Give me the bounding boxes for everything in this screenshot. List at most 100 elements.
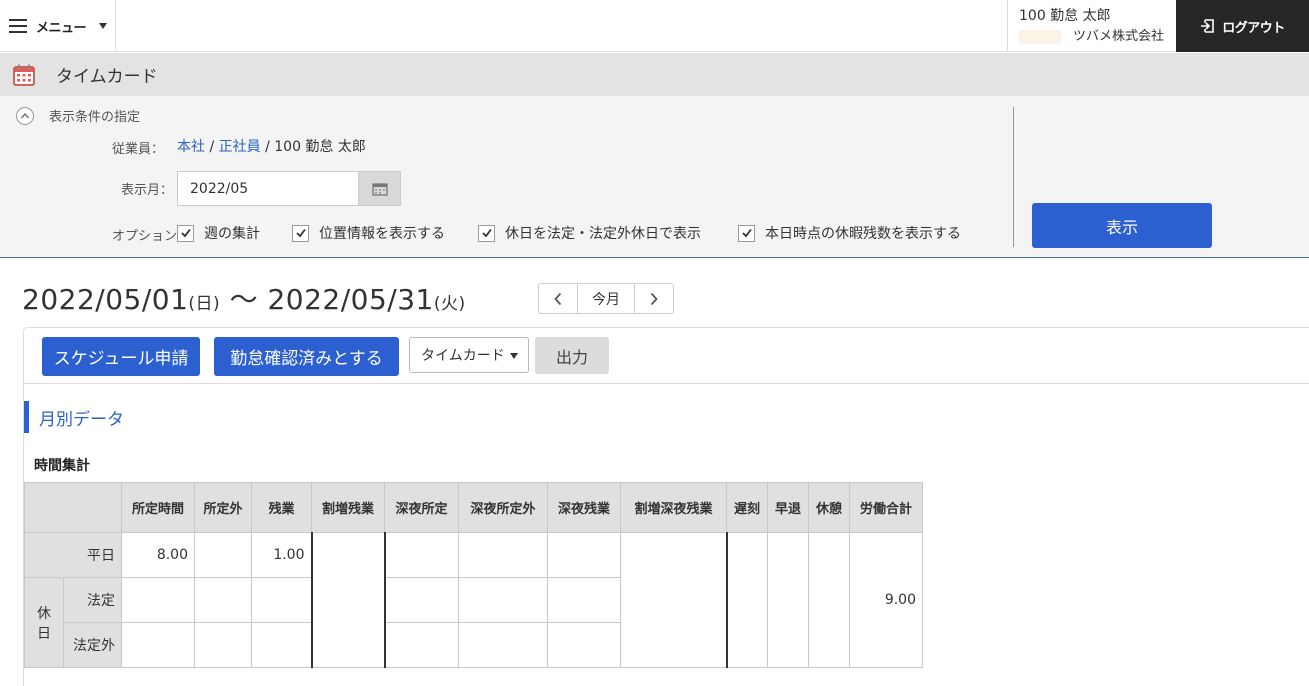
- cell: [194, 577, 252, 623]
- option-leave-balance[interactable]: 本日時点の休暇残数を表示する: [738, 223, 961, 243]
- page-title: タイムカード: [56, 67, 158, 87]
- checkbox[interactable]: [478, 224, 495, 242]
- prev-month-button[interactable]: [539, 284, 577, 313]
- range-start: 2022/05/01: [22, 283, 189, 316]
- calendar-icon: [371, 182, 388, 196]
- output-button[interactable]: 出力: [535, 337, 609, 374]
- toolbar: スケジュール申請 勤怠確認済みとする タイムカード 出力: [24, 328, 1309, 384]
- cell: [808, 532, 850, 668]
- month-input[interactable]: [177, 171, 359, 206]
- caret-down-icon: [510, 353, 518, 359]
- cell: [458, 622, 548, 668]
- cell-scheduled: 8.00: [121, 532, 195, 578]
- cell: [547, 577, 621, 623]
- cell: [310, 532, 385, 668]
- cell: [767, 532, 809, 668]
- output-type-select[interactable]: タイムカード: [409, 337, 529, 373]
- checkbox[interactable]: [177, 224, 194, 242]
- checkbox[interactable]: [292, 224, 309, 242]
- logout-label: ログアウト: [1222, 20, 1285, 36]
- option-label: 週の集計: [204, 226, 260, 242]
- range-end-dow: (火): [433, 294, 466, 314]
- check-icon: [741, 228, 752, 238]
- chevron-up-icon: [16, 106, 34, 125]
- cell: [194, 622, 252, 668]
- table-corner: [24, 482, 122, 533]
- col-header: 残業: [251, 482, 312, 533]
- sub-title: 時間集計: [34, 458, 90, 474]
- employee-office-link[interactable]: 本社: [177, 139, 205, 155]
- option-label: 位置情報を表示する: [319, 226, 445, 242]
- show-button[interactable]: 表示: [1032, 203, 1212, 248]
- time-summary-table: 所定時間 所定外 残業 割増残業 深夜所定 深夜所定外 深夜残業 割増深夜残業 …: [24, 482, 923, 668]
- date-picker-button[interactable]: [358, 171, 401, 206]
- caret-down-icon: [99, 23, 108, 29]
- date-range: 2022/05/01(日) 〜 2022/05/31(火): [22, 278, 466, 318]
- confirm-attendance-button[interactable]: 勤怠確認済みとする: [214, 337, 399, 376]
- table-header-row: 所定時間 所定外 残業 割増残業 深夜所定 深夜所定外 深夜残業 割増深夜残業 …: [24, 482, 923, 533]
- filter-title: 表示条件の指定: [49, 110, 141, 125]
- select-value: タイムカード: [421, 348, 505, 364]
- col-header: 遅刻: [726, 482, 768, 533]
- title-bar: タイムカード: [0, 53, 1309, 96]
- cell: [251, 622, 312, 668]
- cell: [458, 577, 548, 623]
- check-icon: [295, 228, 306, 238]
- separator: /: [209, 139, 215, 155]
- cell: [383, 622, 459, 668]
- cell: [547, 532, 621, 578]
- employee-breadcrumb: 本社 / 正社員 / 100 勤怠 太郎: [177, 136, 366, 156]
- top-header: メニュー 100 勤怠 太郎 ツバメ株式会社 ログアウト: [0, 0, 1309, 52]
- hamburger-icon: [9, 19, 27, 33]
- col-header: 休憩: [808, 482, 850, 533]
- employee-name: 100 勤怠 太郎: [274, 139, 366, 155]
- col-header: 労働合計: [849, 482, 923, 533]
- range-tilde: 〜: [229, 283, 259, 316]
- menu-label: メニュー: [36, 20, 87, 36]
- section-title: 月別データ: [24, 401, 124, 433]
- separator: /: [265, 139, 270, 155]
- month-pager: 今月: [538, 283, 674, 314]
- cell: [121, 622, 195, 668]
- filter-panel: 表示条件の指定 従業員： 本社 / 正社員 / 100 勤怠 太郎 表示月： オ…: [0, 96, 1309, 258]
- col-header: 所定外: [194, 482, 252, 533]
- cell: [725, 532, 768, 668]
- next-month-button[interactable]: [635, 284, 673, 313]
- cell: [383, 577, 459, 623]
- checkbox[interactable]: [738, 224, 755, 242]
- row-header-legal: 法定: [63, 577, 122, 623]
- cell: [458, 532, 548, 578]
- check-icon: [481, 228, 492, 238]
- option-label: 本日時点の休暇残数を表示する: [765, 226, 961, 242]
- range-end: 2022/05/31: [267, 283, 434, 316]
- company-line: ツバメ株式会社: [1019, 26, 1176, 48]
- col-header: 割増深夜残業: [620, 482, 727, 533]
- table-row: 平日 8.00 1.00 9.00: [24, 532, 923, 668]
- this-month-button[interactable]: 今月: [577, 284, 635, 313]
- month-label: 表示月：: [121, 183, 174, 198]
- option-weekly-summary[interactable]: 週の集計: [177, 223, 260, 243]
- filter-toggle[interactable]: 表示条件の指定: [16, 106, 140, 125]
- option-location[interactable]: 位置情報を表示する: [292, 223, 445, 243]
- user-name: 100 勤怠 太郎: [1019, 8, 1111, 24]
- col-header: 割増残業: [311, 482, 385, 533]
- row-header-nonlegal: 法定外: [63, 622, 122, 668]
- cell-overtime: 1.00: [251, 532, 312, 578]
- company-name: ツバメ株式会社: [1073, 29, 1165, 44]
- cell-total: 9.00: [849, 532, 923, 668]
- range-start-dow: (日): [188, 294, 221, 314]
- cell: [121, 577, 195, 623]
- col-header: 早退: [767, 482, 809, 533]
- employee-type-link[interactable]: 正社員: [219, 139, 261, 155]
- option-holiday-type[interactable]: 休日を法定・法定外休日で表示: [478, 223, 701, 243]
- cell: [194, 532, 252, 578]
- company-logo: [1019, 30, 1061, 44]
- row-header-holiday: 休日: [24, 577, 64, 668]
- user-info: 100 勤怠 太郎 ツバメ株式会社: [1007, 0, 1176, 52]
- schedule-request-button[interactable]: スケジュール申請: [42, 337, 200, 376]
- logout-button[interactable]: ログアウト: [1176, 0, 1309, 52]
- menu-button[interactable]: メニュー: [0, 0, 116, 52]
- cell: [547, 622, 621, 668]
- chevron-right-icon: [650, 292, 658, 305]
- divider: [1013, 107, 1014, 247]
